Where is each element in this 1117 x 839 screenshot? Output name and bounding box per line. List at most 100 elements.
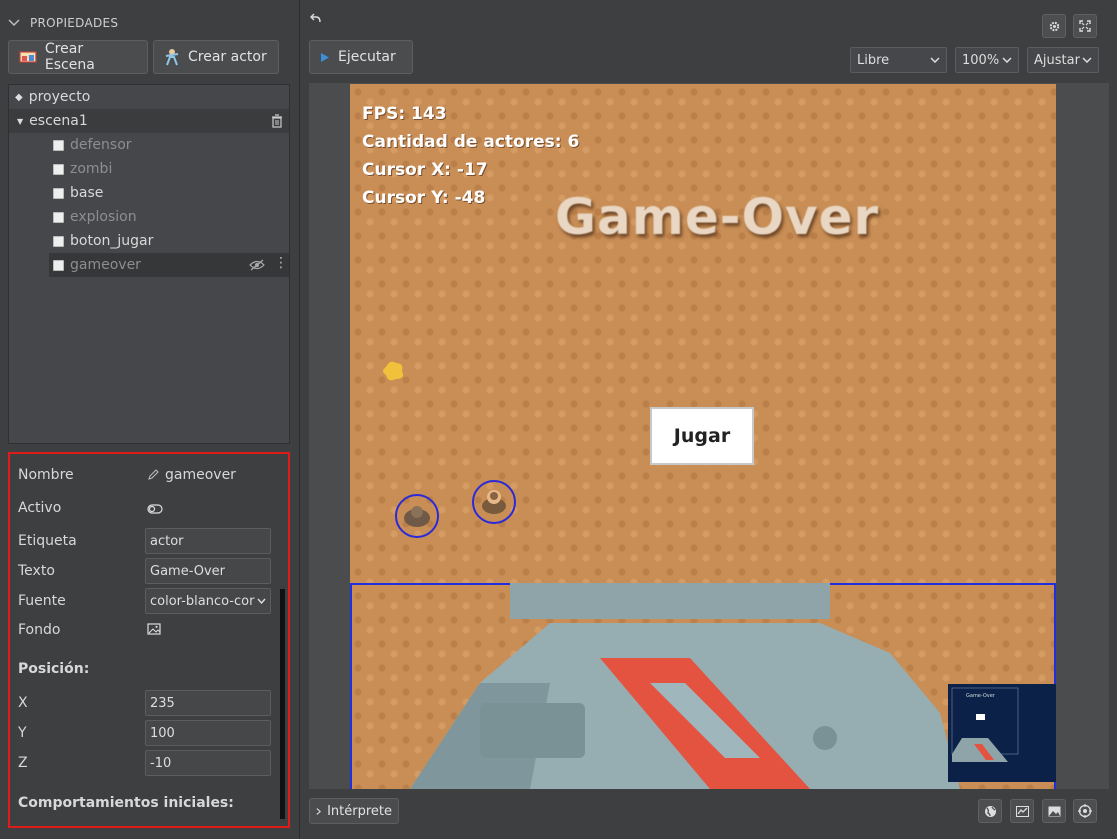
globe-icon	[984, 805, 996, 817]
minimap[interactable]: Game-Over	[948, 684, 1056, 782]
image-icon	[1048, 806, 1060, 816]
tree-item-actor[interactable]: defensor	[53, 133, 132, 157]
image-button[interactable]	[1042, 799, 1066, 823]
properties-header[interactable]: PROPIEDADES	[8, 14, 118, 32]
text-input[interactable]: Game-Over	[145, 558, 271, 584]
checkbox[interactable]	[53, 259, 64, 271]
mode-select-value: Libre	[857, 52, 890, 68]
caret-down-icon: ▼	[17, 116, 24, 126]
chevron-down-icon	[1082, 57, 1092, 63]
game-over-title[interactable]: Game-Over	[555, 188, 879, 246]
pencil-icon[interactable]	[147, 469, 159, 481]
position-heading: Posición:	[18, 661, 90, 677]
z-input[interactable]: -10	[145, 750, 271, 776]
fps-readout: FPS: 143	[362, 104, 447, 124]
checkbox[interactable]	[53, 139, 64, 151]
game-canvas[interactable]: FPS: 143 Cantidad de actores: 6 Cursor X…	[350, 84, 1056, 789]
scrollbar[interactable]	[280, 589, 285, 819]
properties-panel: Nombre gameover Activo Etiqueta actor Te…	[8, 452, 290, 828]
behaviours-heading: Comportamientos iniciales:	[18, 795, 234, 811]
explosion-sprite[interactable]	[380, 357, 408, 385]
z-label: Z	[18, 755, 28, 771]
active-label: Activo	[18, 500, 62, 516]
create-scene-button[interactable]: Crear Escena	[8, 40, 148, 74]
actor-label: boton_jugar	[70, 233, 154, 249]
actor-label: gameover	[70, 257, 141, 273]
create-actor-button[interactable]: Crear actor	[153, 40, 279, 74]
actor-icon	[165, 49, 179, 66]
minimap-title: Game-Over	[966, 693, 995, 699]
x-input[interactable]: 235	[145, 690, 271, 716]
fit-select-value: Ajustar	[1034, 52, 1080, 68]
chevron-down-icon[interactable]	[8, 19, 20, 27]
y-input[interactable]: 100	[145, 720, 271, 746]
y-label: Y	[18, 725, 27, 741]
actor-label: zombi	[70, 161, 113, 177]
text-label: Texto	[18, 563, 55, 579]
properties-header-label: PROPIEDADES	[30, 16, 119, 30]
create-actor-label: Crear actor	[188, 49, 267, 65]
left-panel: PROPIEDADES Crear Escena Crear actor ◆ p…	[0, 0, 299, 839]
tree-item-actor[interactable]: boton_jugar	[53, 229, 153, 253]
more-icon[interactable]: ⋮	[274, 255, 288, 271]
font-label: Fuente	[18, 593, 66, 609]
chevron-down-icon	[1002, 57, 1012, 63]
zoom-select-value: 100%	[962, 52, 1000, 68]
defender-sprite[interactable]	[472, 480, 516, 524]
tree-item-scene[interactable]: ▼ escena1	[9, 109, 289, 133]
zombie-sprite[interactable]	[395, 494, 439, 538]
run-button[interactable]: Ejecutar	[309, 40, 413, 74]
undo-icon[interactable]	[310, 13, 322, 24]
play-icon	[321, 52, 329, 62]
checkbox[interactable]	[53, 235, 64, 247]
tag-input[interactable]: actor	[145, 528, 271, 554]
checkbox[interactable]	[53, 211, 64, 223]
tree-item-actor[interactable]: explosion	[53, 205, 137, 229]
play-game-button[interactable]: Jugar	[650, 407, 754, 465]
name-value: gameover	[165, 467, 236, 483]
scene-icon	[19, 51, 37, 63]
diamond-icon: ◆	[15, 91, 23, 103]
fit-select[interactable]: Ajustar	[1027, 47, 1099, 73]
target-button[interactable]	[1073, 799, 1097, 823]
tree-item-actor[interactable]: base	[53, 181, 103, 205]
crosshair-icon	[1078, 804, 1092, 818]
chevron-down-icon	[257, 598, 266, 604]
canvas-area: FPS: 143 Cantidad de actores: 6 Cursor X…	[309, 83, 1109, 789]
font-select[interactable]: color-blanco-cor	[145, 588, 271, 614]
image-icon[interactable]	[147, 623, 161, 635]
zoom-select[interactable]: 100%	[955, 47, 1019, 73]
eye-off-icon[interactable]	[249, 259, 265, 271]
right-panel: Ejecutar Libre 100% Ajustar FPS: 143 Can…	[299, 0, 1117, 839]
fullscreen-button[interactable]	[1073, 14, 1097, 38]
interpreter-button[interactable]: Intérprete	[309, 798, 399, 824]
globe-button[interactable]	[978, 799, 1002, 823]
actor-label: base	[70, 185, 104, 201]
expand-icon	[1079, 20, 1091, 32]
font-select-value: color-blanco-cor	[150, 593, 255, 609]
checkbox[interactable]	[53, 187, 64, 199]
trash-icon[interactable]	[271, 114, 283, 128]
zombie-icon	[404, 506, 430, 527]
toggle-switch[interactable]	[147, 504, 163, 514]
scene-label: escena1	[29, 113, 88, 129]
tree-item-actor-selected[interactable]: gameover ⋮	[49, 253, 289, 277]
name-field[interactable]: gameover	[147, 467, 236, 483]
x-label: X	[18, 695, 28, 711]
actor-label: explosion	[70, 209, 137, 225]
checkbox[interactable]	[53, 163, 64, 175]
gear-icon	[1049, 21, 1059, 31]
chevron-down-icon	[930, 57, 940, 63]
cursor-y-readout: Cursor Y: -48	[362, 188, 486, 208]
tree-item-project[interactable]: ◆ proyecto	[15, 85, 90, 109]
tag-label: Etiqueta	[18, 533, 77, 549]
background-label: Fondo	[18, 622, 61, 638]
chart-icon	[1015, 805, 1029, 817]
chart-button[interactable]	[1010, 799, 1034, 823]
minimap-preview	[951, 687, 1019, 762]
cursor-x-readout: Cursor X: -17	[362, 160, 488, 180]
mode-select[interactable]: Libre	[850, 47, 947, 73]
settings-button[interactable]	[1042, 14, 1066, 38]
scene-tree: ◆ proyecto ▼ escena1 defensor zombi base…	[8, 84, 290, 444]
tree-item-actor[interactable]: zombi	[53, 157, 112, 181]
